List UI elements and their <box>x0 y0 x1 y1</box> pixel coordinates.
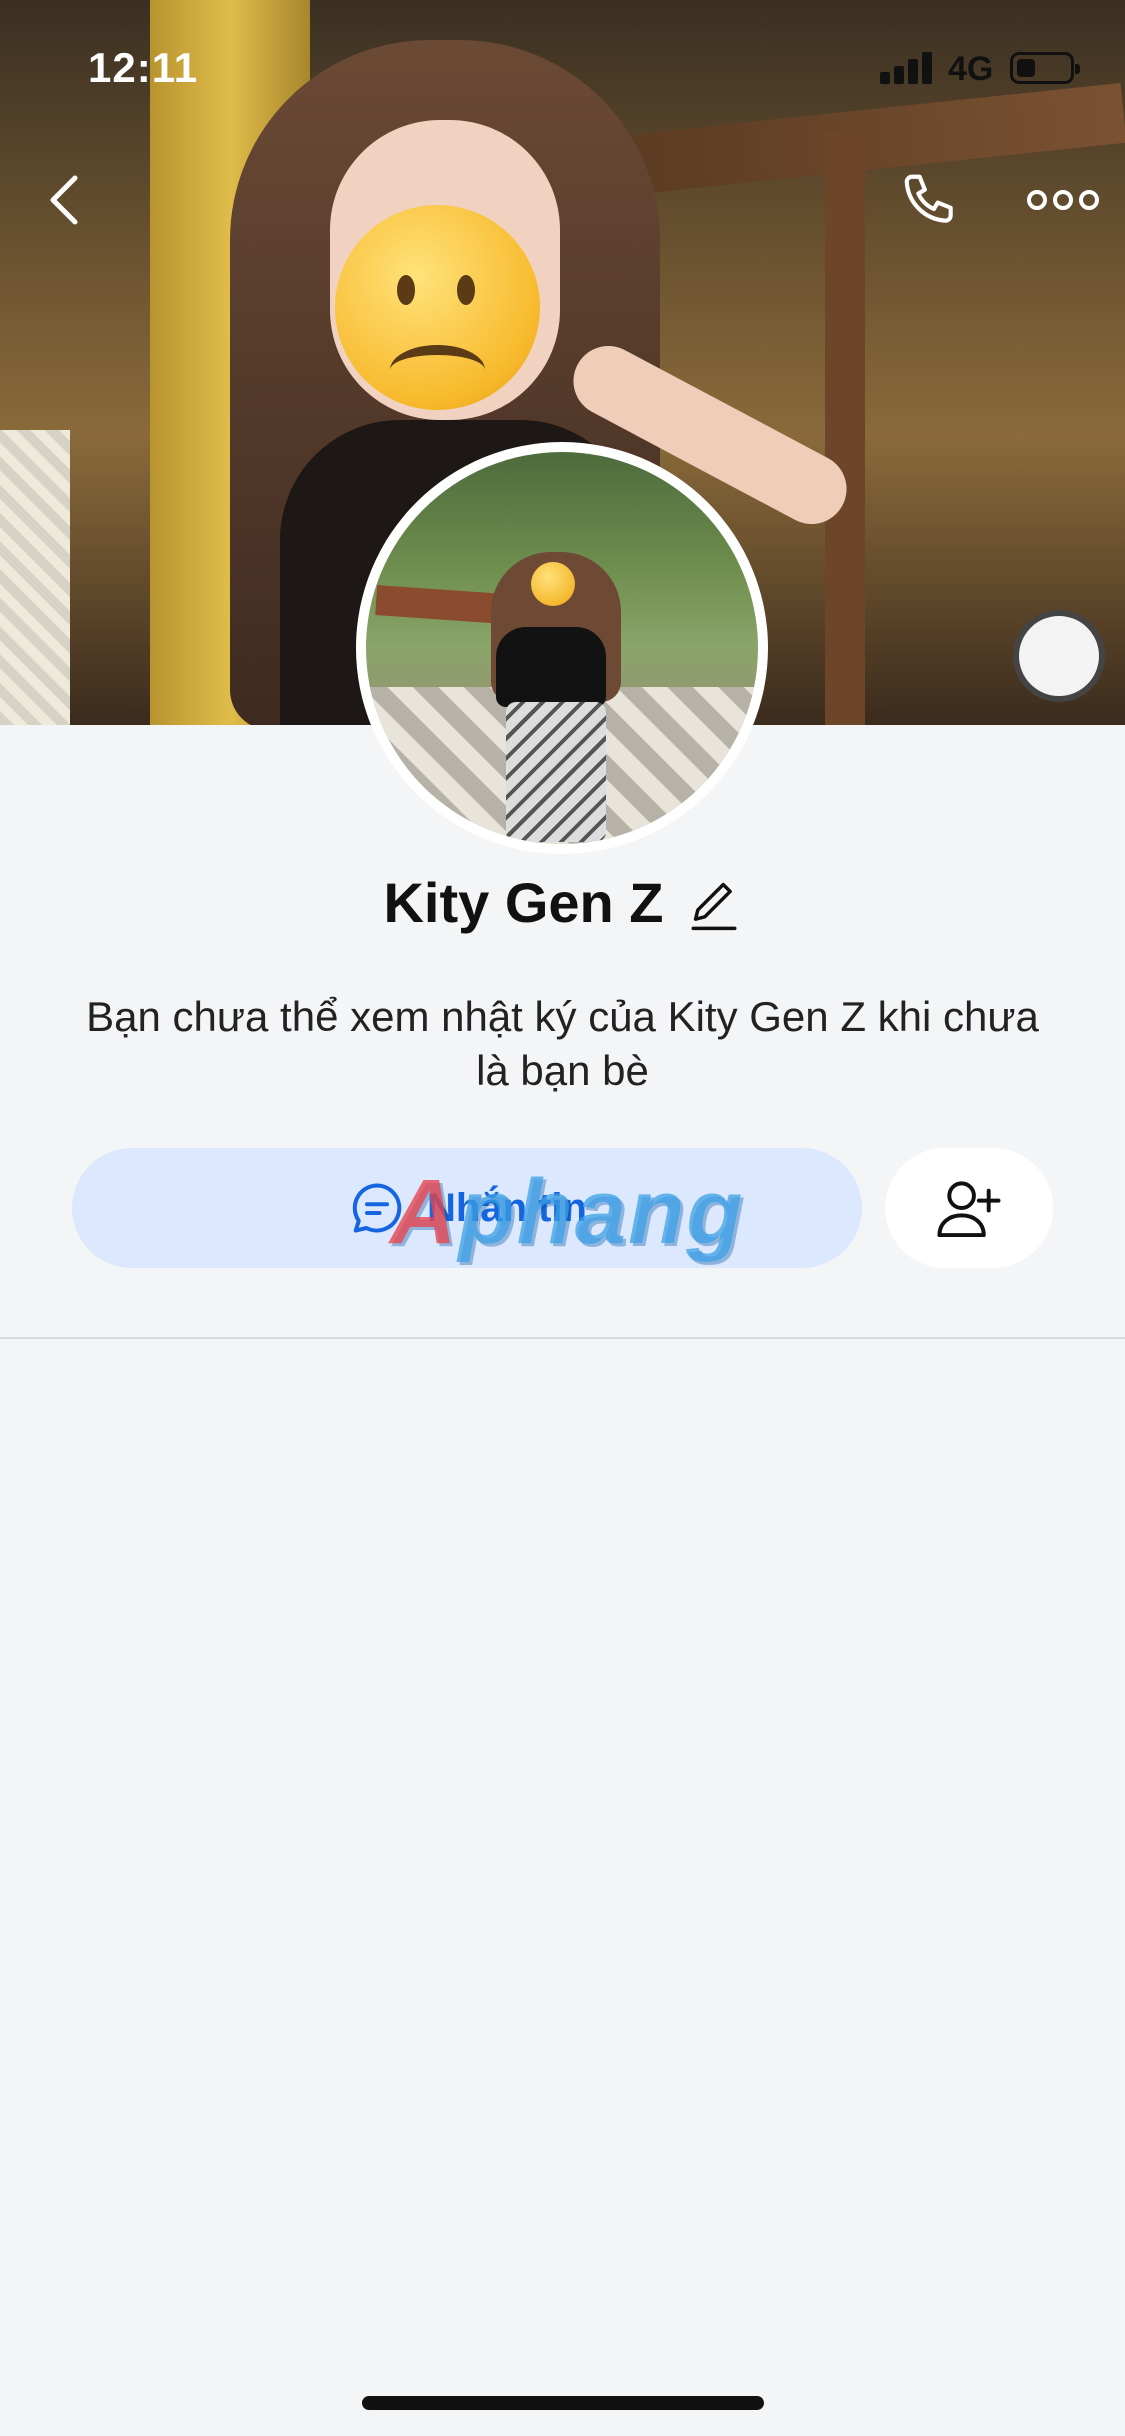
add-user-icon <box>937 1181 1001 1238</box>
chevron-left-icon <box>50 175 78 225</box>
status-time: 12:11 <box>88 44 199 91</box>
watermark-part2: phang <box>458 1161 745 1263</box>
battery-icon <box>1010 52 1080 84</box>
sad-face-emoji-icon <box>335 205 540 410</box>
battery-nub <box>1075 64 1080 74</box>
cover-lattice <box>0 430 70 725</box>
cover-post <box>825 130 865 725</box>
avatar[interactable] <box>356 442 768 854</box>
no-smoking-sign <box>1013 610 1105 702</box>
battery-fill <box>1017 59 1035 77</box>
phone-icon <box>904 174 953 223</box>
pensive-face-emoji-icon <box>531 562 575 606</box>
home-indicator[interactable] <box>362 2396 764 2410</box>
status-bar: 12:11 4G <box>0 0 1125 140</box>
more-button[interactable] <box>1015 160 1110 240</box>
signal-bars-icon <box>880 52 934 84</box>
profile-name: Kity Gen Z <box>383 871 664 934</box>
avatar-figure-pants <box>506 702 606 842</box>
profile-description: Bạn chưa thể xem nhật ký của Kity Gen Z … <box>86 993 1039 1094</box>
watermark-part1: A <box>390 1161 459 1263</box>
more-horizontal-icon <box>1026 190 1099 210</box>
watermark: Aphang <box>390 1160 744 1265</box>
avatar-figure-top <box>496 627 606 707</box>
call-button[interactable] <box>890 160 970 240</box>
profile-name-row: Kity Gen Z <box>0 870 1125 935</box>
back-button[interactable] <box>30 160 100 240</box>
add-friend-button[interactable] <box>885 1148 1053 1268</box>
pencil-icon[interactable] <box>686 873 742 933</box>
section-divider <box>0 1337 1125 1339</box>
network-type: 4G <box>948 50 994 88</box>
avatar-photo <box>366 452 758 844</box>
